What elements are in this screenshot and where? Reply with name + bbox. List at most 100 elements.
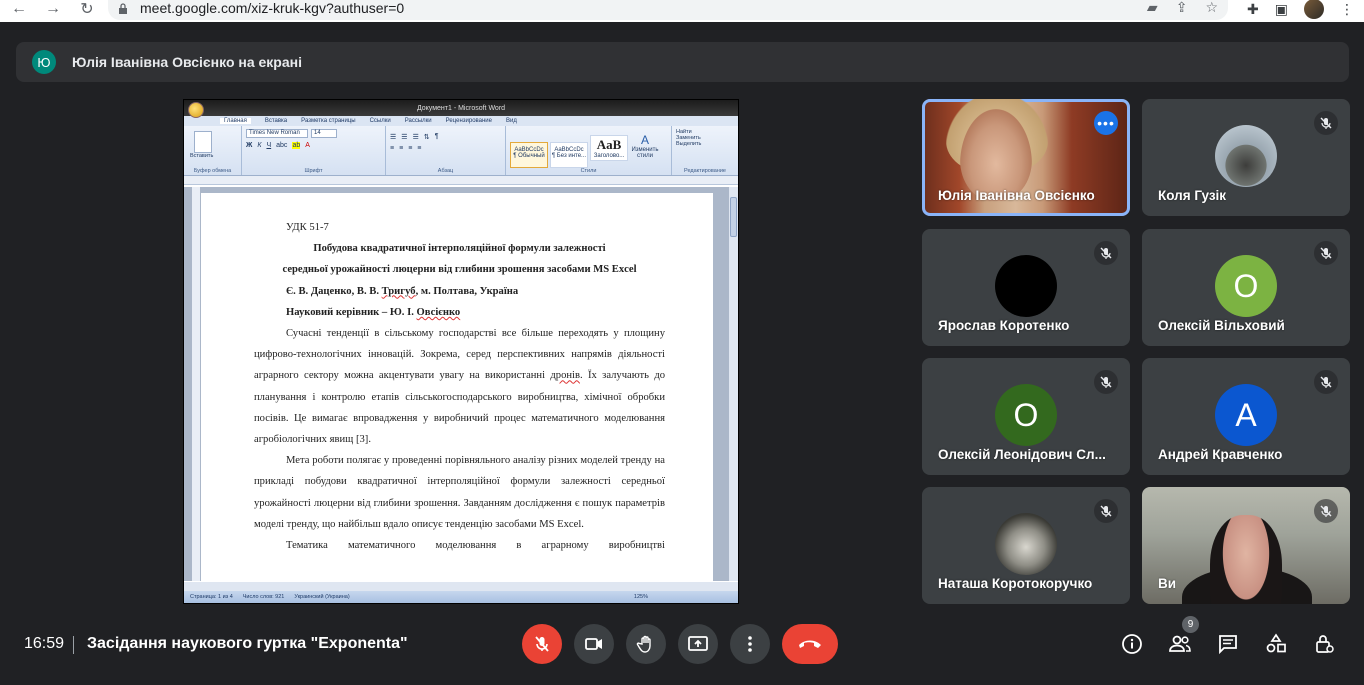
meeting-controls-bar: 16:59 Засідання наукового гуртка "Expone… xyxy=(0,604,1364,685)
doc-supervisor: Науковий керівник – Ю. І. Овсієнко xyxy=(286,306,461,318)
underline-icon: Ч xyxy=(266,142,272,149)
ribbon-font: Times New Roman 14 ЖКЧ abc ab A Шрифт xyxy=(242,126,386,175)
share-icon[interactable]: ⇪ xyxy=(1176,0,1188,16)
participant-tile-3[interactable]: Ярослав Коротенко xyxy=(922,229,1130,346)
align-row: ≡ ≡ ≡ ≡ xyxy=(390,145,501,152)
style-normal: AaBbCcDc ¶ Обычный xyxy=(510,142,548,168)
numbering-icon: ☰ xyxy=(401,134,408,141)
multilevel-icon: ☰ xyxy=(412,134,419,141)
word-vertical-scrollbar xyxy=(729,187,738,581)
profile-avatar[interactable] xyxy=(1304,0,1324,19)
change-styles: A Изменить стили xyxy=(631,133,659,159)
doc-paragraph-3: Тематика математичного моделювання в агр… xyxy=(286,540,665,552)
camera-blocked-icon[interactable]: ▰ xyxy=(1147,0,1158,16)
activities-button[interactable] xyxy=(1264,632,1288,656)
chat-button[interactable] xyxy=(1216,632,1240,656)
office-button-icon xyxy=(188,102,204,118)
presenting-banner: Ю Юлія Іванівна Овсієнко на екрані xyxy=(16,42,1349,82)
font-format-row: ЖКЧ abc ab A xyxy=(246,142,381,149)
divider xyxy=(73,636,74,654)
back-arrow-icon[interactable]: ← xyxy=(8,0,30,20)
reload-icon[interactable]: ↻ xyxy=(76,0,98,20)
raise-hand-button[interactable] xyxy=(626,624,666,664)
participant-tile-self[interactable]: Ви xyxy=(1142,487,1350,604)
paste-label: Вставить xyxy=(190,153,214,159)
lock-icon xyxy=(119,2,127,14)
ribbon-group-label: Буфер обмена xyxy=(193,168,232,174)
strike-icon: abc xyxy=(276,142,288,149)
align-center-icon: ≡ xyxy=(399,145,404,152)
ribbon-group-label: Шрифт xyxy=(304,168,323,174)
participant-name: Ярослав Коротенко xyxy=(938,318,1070,333)
style-no-spacing: AaBbCcDc ¶ Без инте... xyxy=(550,142,588,168)
hang-up-icon xyxy=(799,640,821,648)
meeting-clock: 16:59 xyxy=(24,635,65,652)
extensions-puzzle-icon[interactable]: ✚ xyxy=(1247,1,1259,18)
mic-off-icon xyxy=(1314,499,1338,523)
mic-off-icon xyxy=(1094,370,1118,394)
address-bar[interactable]: meet.google.com/xiz-kruk-kgv?authuser=0 … xyxy=(108,0,1228,20)
lock-person-icon xyxy=(1316,635,1334,653)
bullets-icon: ☰ xyxy=(390,134,397,141)
participant-tile-4[interactable]: О Олексій Вільховий xyxy=(1142,229,1350,346)
participant-avatar: А xyxy=(1215,384,1277,446)
style-heading: AaB Заголово... xyxy=(590,135,628,161)
list-row: ☰ ☰ ☰ ⇅ ¶ xyxy=(390,133,501,141)
meeting-title: Засідання наукового гуртка "Exponenta" xyxy=(87,635,408,652)
font-name-box: Times New Roman xyxy=(246,129,308,138)
shared-screen: Документ1 - Microsoft Word Главная Встав… xyxy=(183,99,739,604)
meeting-details-button[interactable] xyxy=(1120,632,1144,656)
participant-avatar xyxy=(995,513,1057,575)
word-tab-layout: Разметка страницы xyxy=(301,118,356,124)
participant-avatar: О xyxy=(995,384,1057,446)
more-options-button[interactable] xyxy=(730,624,770,664)
people-button[interactable] xyxy=(1168,632,1192,656)
info-icon xyxy=(1122,634,1142,654)
participant-avatar xyxy=(995,255,1057,317)
italic-icon: К xyxy=(257,142,262,149)
people-count-badge: 9 xyxy=(1182,616,1199,633)
align-left-icon: ≡ xyxy=(390,145,395,152)
mic-toggle-button[interactable] xyxy=(522,624,562,664)
ribbon-clipboard: Вставить Буфер обмена xyxy=(184,126,242,175)
status-words: Число слов: 921 xyxy=(242,594,285,600)
present-screen-button[interactable] xyxy=(678,624,718,664)
participant-tile-1[interactable]: ••• Юлія Іванівна Овсієнко xyxy=(922,99,1130,216)
participant-tile-6[interactable]: А Андрей Кравченко xyxy=(1142,358,1350,475)
side-panel-icon[interactable]: ▣ xyxy=(1275,1,1288,18)
word-ribbon: Вставить Буфер обмена Times New Roman 14 … xyxy=(184,126,738,176)
sort-icon: ⇅ xyxy=(423,134,430,141)
participant-tile-5[interactable]: О Олексій Леонідович Сл... xyxy=(922,358,1130,475)
ribbon-styles: AaBbCcDc ¶ Обычный AaBbCcDc ¶ Без инте... Aa… xyxy=(506,126,672,175)
word-tab-mailings: Рассылки xyxy=(404,118,432,124)
more-vert-icon xyxy=(748,636,752,652)
hand-icon xyxy=(636,635,651,653)
select-label: Выделить xyxy=(676,141,702,147)
browser-toolbar: ← → ↻ meet.google.com/xiz-kruk-kgv?authu… xyxy=(0,0,1364,22)
word-tab-home: Главная xyxy=(220,118,251,124)
status-page: Страница: 1 из 4 xyxy=(190,594,233,600)
word-titlebar: Документ1 - Microsoft Word xyxy=(184,100,738,118)
word-tab-references: Ссылки xyxy=(369,118,391,124)
chat-icon xyxy=(1219,635,1237,655)
host-controls-button[interactable] xyxy=(1312,632,1336,656)
camera-toggle-button[interactable] xyxy=(574,624,614,664)
forward-arrow-icon[interactable]: → xyxy=(42,0,64,20)
paste-icon xyxy=(194,131,212,153)
participant-name: Коля Гузік xyxy=(1158,188,1227,203)
participant-tile-7[interactable]: Наташа Коротокоручко xyxy=(922,487,1130,604)
browser-menu-icon[interactable]: ⋮ xyxy=(1340,1,1354,18)
word-document-area: УДК 51-7 Побудова квадратичної інтерполя… xyxy=(184,187,738,581)
presenter-avatar: Ю xyxy=(32,50,56,74)
people-icon xyxy=(1169,635,1191,652)
leave-call-button[interactable] xyxy=(782,624,838,664)
more-options-icon[interactable]: ••• xyxy=(1094,111,1118,135)
word-horizontal-scrollbar xyxy=(184,582,738,591)
participant-tile-2[interactable]: Коля Гузік xyxy=(1142,99,1350,216)
word-statusbar: Страница: 1 из 4 Число слов: 921 Украинс… xyxy=(184,591,738,603)
participant-name: Олексій Леонідович Сл... xyxy=(938,447,1106,462)
bookmark-star-icon[interactable]: ☆ xyxy=(1205,0,1218,16)
word-tab-review: Рецензирование xyxy=(445,118,492,124)
url-text[interactable]: meet.google.com/xiz-kruk-kgv?authuser=0 xyxy=(140,0,404,16)
word-tab-view: Вид xyxy=(506,118,517,124)
